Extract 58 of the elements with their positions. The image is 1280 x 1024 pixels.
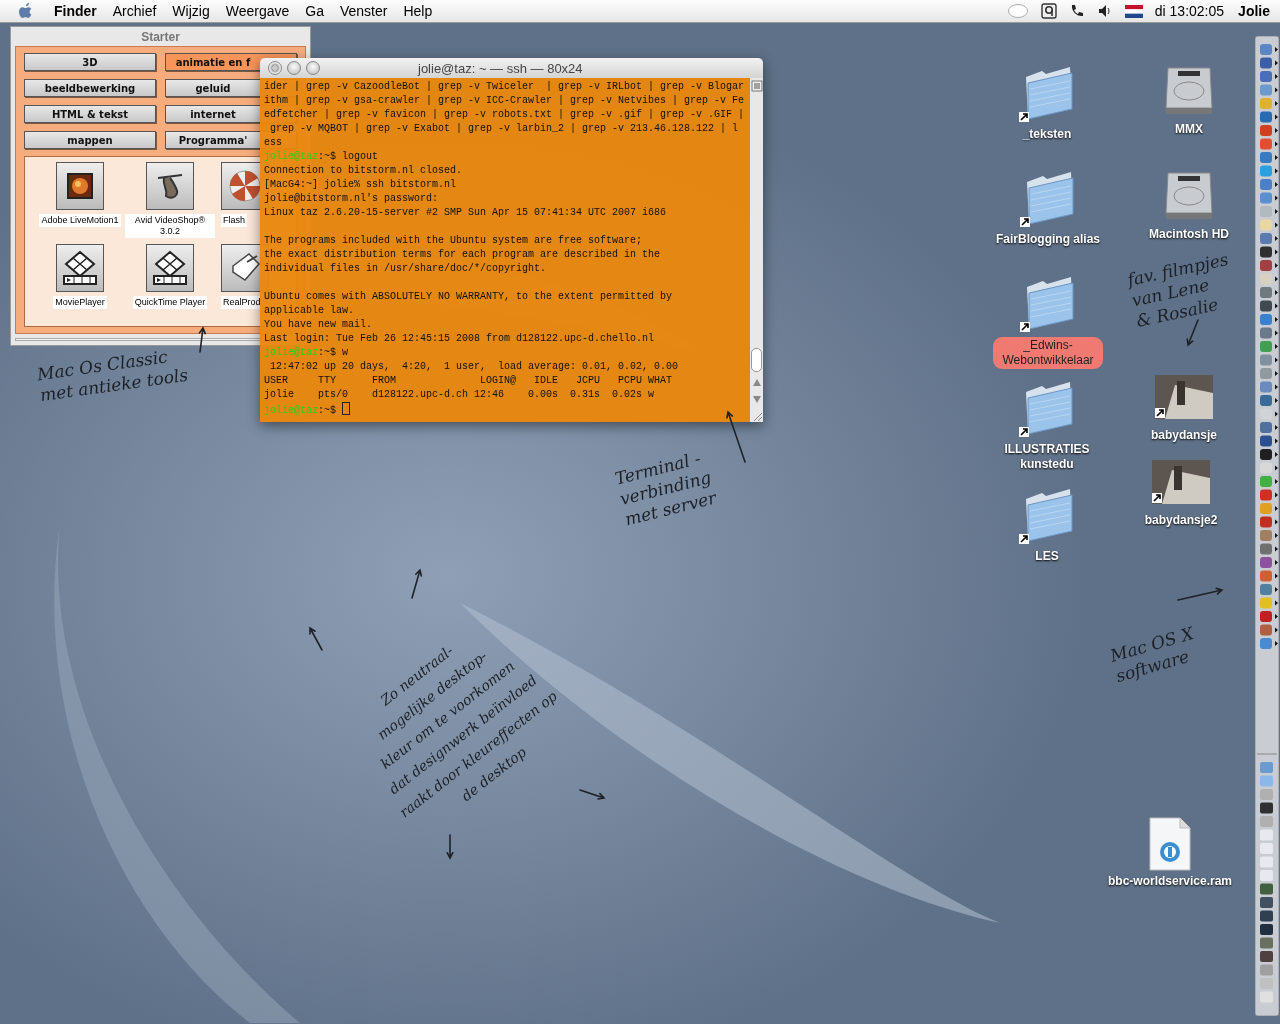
icon-label[interactable]: babydansje [1151,428,1217,443]
zoom-button[interactable] [306,61,320,75]
app-icon-tile[interactable] [56,244,104,292]
icon-label[interactable]: Macintosh HD [1149,227,1229,242]
film-icon [150,248,190,288]
minimize-button[interactable] [287,61,301,75]
user-menu[interactable]: Jolie [1238,3,1270,19]
video-thumbnail[interactable] [1155,375,1213,419]
dock-drawing[interactable] [1255,36,1279,1016]
app-label[interactable]: MoviePlayer [53,296,107,309]
window-title: jolie@taz: ~ — ssh — 80x24 [418,60,583,76]
window-title: Starter [140,29,181,46]
menu-item[interactable]: Weergave [225,3,290,19]
apple-menu-icon[interactable] [18,2,34,20]
icon-label[interactable]: babydansje2 [1144,513,1218,528]
split-pane-icon[interactable] [750,80,763,92]
app-label[interactable]: Avid VideoShop® 3.0.2 [125,214,215,238]
menu-item[interactable]: Finder [54,3,97,19]
document-icon[interactable] [1148,816,1192,872]
menu-item[interactable]: Archief [112,3,157,19]
icon-label[interactable]: FairBlogging alias [996,232,1100,247]
app-label[interactable]: Adobe LiveMotion1 [39,214,121,227]
menu-item[interactable]: Ga [305,3,324,19]
scroll-thumb[interactable] [751,348,762,372]
handdrawn-arrow [446,831,454,862]
app-icon-tile[interactable] [146,162,194,210]
menu-item[interactable]: Help [403,3,433,19]
icon-label[interactable]: MMX [1175,122,1203,137]
status-box-icon[interactable] [1040,3,1057,19]
menu-clock[interactable]: di 13:02:05 [1154,3,1225,19]
app-label[interactable]: QuickTime Player [132,296,208,309]
app-label[interactable]: Flash [221,214,247,227]
video-thumbnail[interactable] [1152,460,1210,504]
icon-label[interactable]: LES [1035,549,1059,564]
category-button[interactable]: 3D [24,53,156,71]
icon-label[interactable]: _Edwins-Webontwikkelaar [993,337,1103,369]
handdrawn-arrow [408,566,424,602]
handdrawn-arrow [306,624,326,654]
scroll-bar[interactable] [750,78,763,422]
icon-label[interactable]: _teksten [1022,127,1072,142]
speaker-icon[interactable] [1096,3,1113,19]
menu-item[interactable]: Wijzig [172,3,210,19]
handdrawn-arrow [1174,586,1226,604]
category-button[interactable]: beeldbewerking [24,79,156,97]
handdrawn-arrow [196,324,207,356]
menu-item[interactable]: Venster [339,3,388,19]
close-button[interactable] [268,61,282,75]
icon-label[interactable]: ILLUSTRATIES kunstedu [992,442,1102,472]
category-button[interactable]: mappen [24,131,156,149]
flag-icon[interactable] [1124,4,1143,18]
film-icon [60,248,100,288]
handdrawn-arrow [724,408,749,466]
app-icon-tile[interactable] [56,162,104,210]
category-button[interactable]: HTML & tekst [24,105,156,123]
app-icon-tile[interactable] [146,244,194,292]
icon-label[interactable]: bbc-worldservice.ram [1107,874,1233,889]
handdrawn-arrow [576,786,608,802]
app-label[interactable]: RealProd [221,296,263,309]
